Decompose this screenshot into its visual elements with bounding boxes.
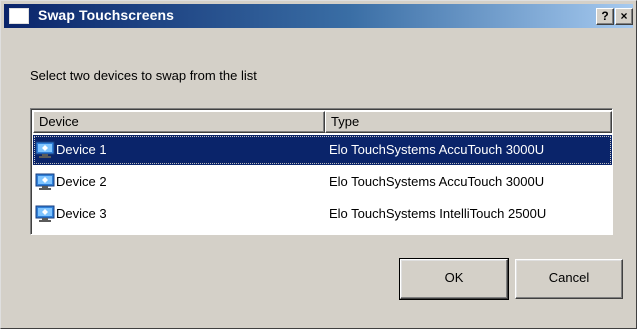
- monitor-icon: [35, 141, 55, 158]
- ok-button[interactable]: OK: [399, 258, 509, 300]
- cancel-button[interactable]: Cancel: [515, 259, 623, 299]
- window-icon: [9, 8, 29, 24]
- dialog-window: Swap Touchscreens ? × Select two devices…: [0, 0, 637, 329]
- help-button[interactable]: ?: [596, 8, 614, 25]
- device-type: Elo TouchSystems AccuTouch 3000U: [329, 142, 545, 157]
- instruction-text: Select two devices to swap from the list: [30, 68, 257, 83]
- device-name: Device 1: [56, 142, 107, 157]
- title-bar[interactable]: Swap Touchscreens ? ×: [4, 4, 633, 28]
- list-row-device-2[interactable]: Device 2 Elo TouchSystems AccuTouch 3000…: [33, 167, 612, 197]
- window-title: Swap Touchscreens: [38, 7, 175, 23]
- list-header: Device Type: [33, 111, 612, 133]
- column-header-device[interactable]: Device: [33, 111, 325, 133]
- close-button[interactable]: ×: [615, 8, 633, 25]
- device-list[interactable]: Device Type Device 1 Elo TouchSystems Ac…: [30, 108, 613, 235]
- device-name: Device 3: [56, 206, 107, 221]
- list-row-device-1[interactable]: Device 1 Elo TouchSystems AccuTouch 3000…: [33, 135, 612, 165]
- monitor-icon: [35, 205, 55, 222]
- column-header-type[interactable]: Type: [325, 111, 612, 133]
- device-type: Elo TouchSystems IntelliTouch 2500U: [329, 206, 547, 221]
- list-row-device-3[interactable]: Device 3 Elo TouchSystems IntelliTouch 2…: [33, 199, 612, 229]
- monitor-icon: [35, 173, 55, 190]
- device-name: Device 2: [56, 174, 107, 189]
- device-type: Elo TouchSystems AccuTouch 3000U: [329, 174, 545, 189]
